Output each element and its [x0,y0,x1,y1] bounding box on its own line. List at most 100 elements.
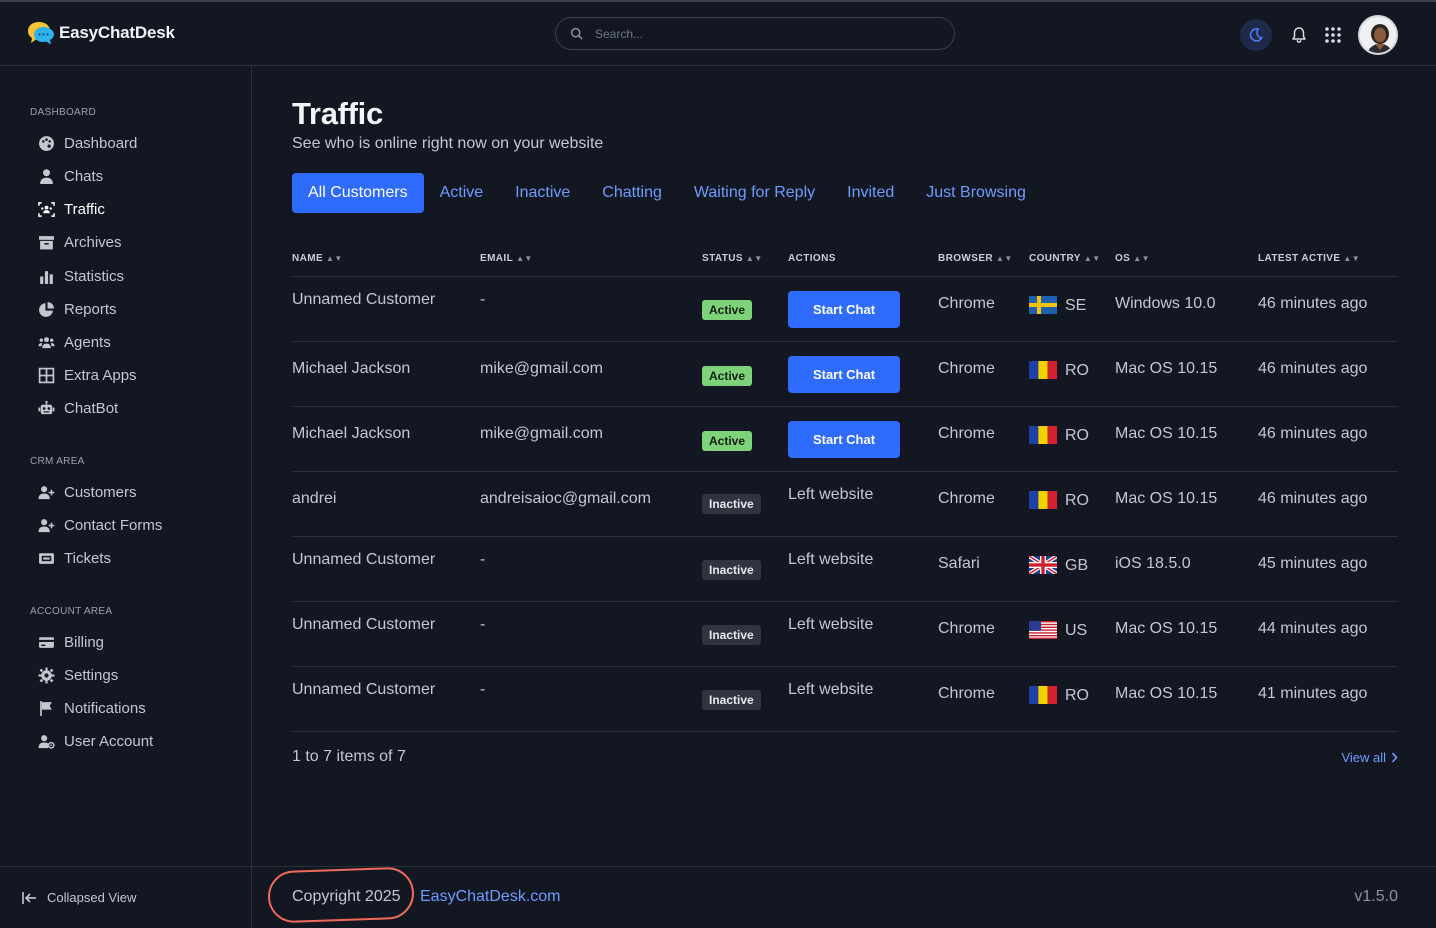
sidebar-item-label: Traffic [64,200,105,218]
sidebar-item-extra-apps[interactable]: Extra Apps [38,365,137,385]
user-avatar[interactable] [1358,15,1398,55]
brand-logo[interactable]: EasyChatDesk [27,20,175,46]
cell-country: RO [1029,471,1115,537]
cell-country: SE [1029,276,1115,342]
gear-icon [38,667,55,683]
pie-chart-icon [39,301,54,317]
sidebar-item-dashboard[interactable]: Dashboard [38,133,137,153]
sort-icon: ▲▼ [1083,254,1101,264]
status-badge: Inactive [702,559,761,580]
sidebar-item-label: ChatBot [64,399,119,417]
sidebar-section-dashboard: DASHBOARD [30,107,97,118]
users-icon [38,336,55,348]
collapse-left-icon [22,891,36,904]
sidebar-item-label: Settings [64,666,119,684]
sidebar-item-label: Chats [64,167,104,185]
flag-gb-icon [1029,555,1057,574]
top-header: EasyChatDesk [0,2,1436,66]
sidebar-item-user-account[interactable]: User Account [38,731,153,751]
cell-latest-active: 44 minutes ago [1258,601,1398,667]
cell-name: Unnamed Customer [292,601,480,667]
tab-chatting[interactable]: Chatting [586,173,678,213]
cell-name: Unnamed Customer [292,666,480,732]
column-header-latest-active[interactable]: LATEST ACTIVE ▲▼ [1258,242,1398,277]
cell-country: RO [1029,341,1115,407]
tab-active[interactable]: Active [424,173,500,213]
table-row[interactable]: Unnamed Customer - Inactive Left website… [292,601,1398,667]
sidebar-item-customers[interactable]: Customers [38,482,137,502]
apps-menu-button[interactable] [1316,18,1350,52]
cell-name: Unnamed Customer [292,536,480,602]
moon-icon [1249,28,1263,42]
sort-icon: ▲▼ [996,254,1013,264]
column-header-email[interactable]: EMAIL ▲▼ [480,242,702,277]
column-header-name[interactable]: NAME ▲▼ [292,242,480,277]
tab-all-customers[interactable]: All Customers [292,173,424,213]
table-row[interactable]: Unnamed Customer - Active Start Chat Chr… [292,276,1398,342]
traffic-table: NAME ▲▼ EMAIL ▲▼ STATUS ▲▼ ACTIONS BROWSER ▲… [292,242,1398,732]
table-header-row: NAME ▲▼ EMAIL ▲▼ STATUS ▲▼ ACTIONS BROWSER ▲… [292,242,1398,277]
tab-waiting-for-reply[interactable]: Waiting for Reply [678,173,831,213]
cell-browser: Chrome [938,276,1029,342]
version-label: v1.5.0 [1354,888,1398,905]
cell-action-text: Left website [788,471,938,537]
status-badge: Active [702,365,753,386]
cell-email: andreisaioc@gmail.com [480,471,702,537]
table-row[interactable]: andrei andreisaioc@gmail.com Inactive Le… [292,471,1398,537]
table-row[interactable]: Unnamed Customer - Inactive Left website… [292,536,1398,602]
status-badge: Active [702,430,753,451]
cell-email: mike@gmail.com [480,406,702,472]
notifications-button[interactable] [1282,18,1316,52]
sidebar-item-settings[interactable]: Settings [38,665,118,685]
sidebar-item-notifications[interactable]: Notifications [38,698,146,718]
user-cog-icon [38,734,55,749]
sidebar-item-traffic[interactable]: Traffic [38,199,105,219]
status-badge: Inactive [702,624,761,645]
collapse-sidebar-button[interactable]: Collapsed View [0,866,251,928]
start-chat-button[interactable]: Start Chat [788,420,900,458]
sidebar-item-agents[interactable]: Agents [38,332,111,352]
cell-os: Mac OS 10.15 [1115,471,1258,537]
sidebar-item-label: Notifications [64,699,146,717]
sidebar-item-label: User Account [64,732,154,750]
column-header-browser[interactable]: BROWSER ▲▼ [938,242,1029,277]
table-row[interactable]: Michael Jackson mike@gmail.com Active St… [292,406,1398,472]
column-header-country[interactable]: COUNTRY ▲▼ [1029,242,1115,277]
column-header-status[interactable]: STATUS ▲▼ [702,242,788,277]
tab-just-browsing[interactable]: Just Browsing [910,173,1042,213]
search-input[interactable] [595,26,925,41]
theme-toggle-button[interactable] [1240,19,1272,51]
cell-name: Michael Jackson [292,406,480,472]
column-header-os[interactable]: OS ▲▼ [1115,242,1258,277]
search-icon [570,27,583,40]
sidebar-item-contact-forms[interactable]: Contact Forms [38,515,162,535]
start-chat-button[interactable]: Start Chat [788,355,900,393]
sidebar-section-crm: CRM AREA [30,456,85,467]
bar-chart-icon [40,270,53,284]
footer-site-link[interactable]: EasyChatDesk.com [420,888,561,906]
table-row[interactable]: Michael Jackson mike@gmail.com Active St… [292,341,1398,407]
cell-latest-active: 46 minutes ago [1258,341,1398,407]
cell-os: Mac OS 10.15 [1115,666,1258,732]
sidebar-item-chatbot[interactable]: ChatBot [38,398,118,418]
search-box[interactable] [555,17,955,50]
sidebar-item-label: Contact Forms [64,516,163,534]
tab-inactive[interactable]: Inactive [499,173,586,213]
table-row[interactable]: Unnamed Customer - Inactive Left website… [292,666,1398,732]
header-actions [1240,15,1398,55]
flag-se-icon [1029,295,1057,314]
sidebar-item-reports[interactable]: Reports [38,299,117,319]
cell-email: mike@gmail.com [480,341,702,407]
cell-email: - [480,601,702,667]
start-chat-button[interactable]: Start Chat [788,290,900,328]
sidebar-item-archives[interactable]: Archives [38,232,122,252]
cell-latest-active: 45 minutes ago [1258,536,1398,602]
sidebar-item-statistics[interactable]: Statistics [38,266,124,286]
sidebar-item-chats[interactable]: Chats [38,166,103,186]
view-all-link[interactable]: View all [1341,750,1398,765]
tab-invited[interactable]: Invited [831,173,910,213]
bell-icon [1292,27,1306,43]
cell-browser: Chrome [938,601,1029,667]
sidebar-item-billing[interactable]: Billing [38,632,104,652]
sidebar-item-tickets[interactable]: Tickets [38,548,111,568]
